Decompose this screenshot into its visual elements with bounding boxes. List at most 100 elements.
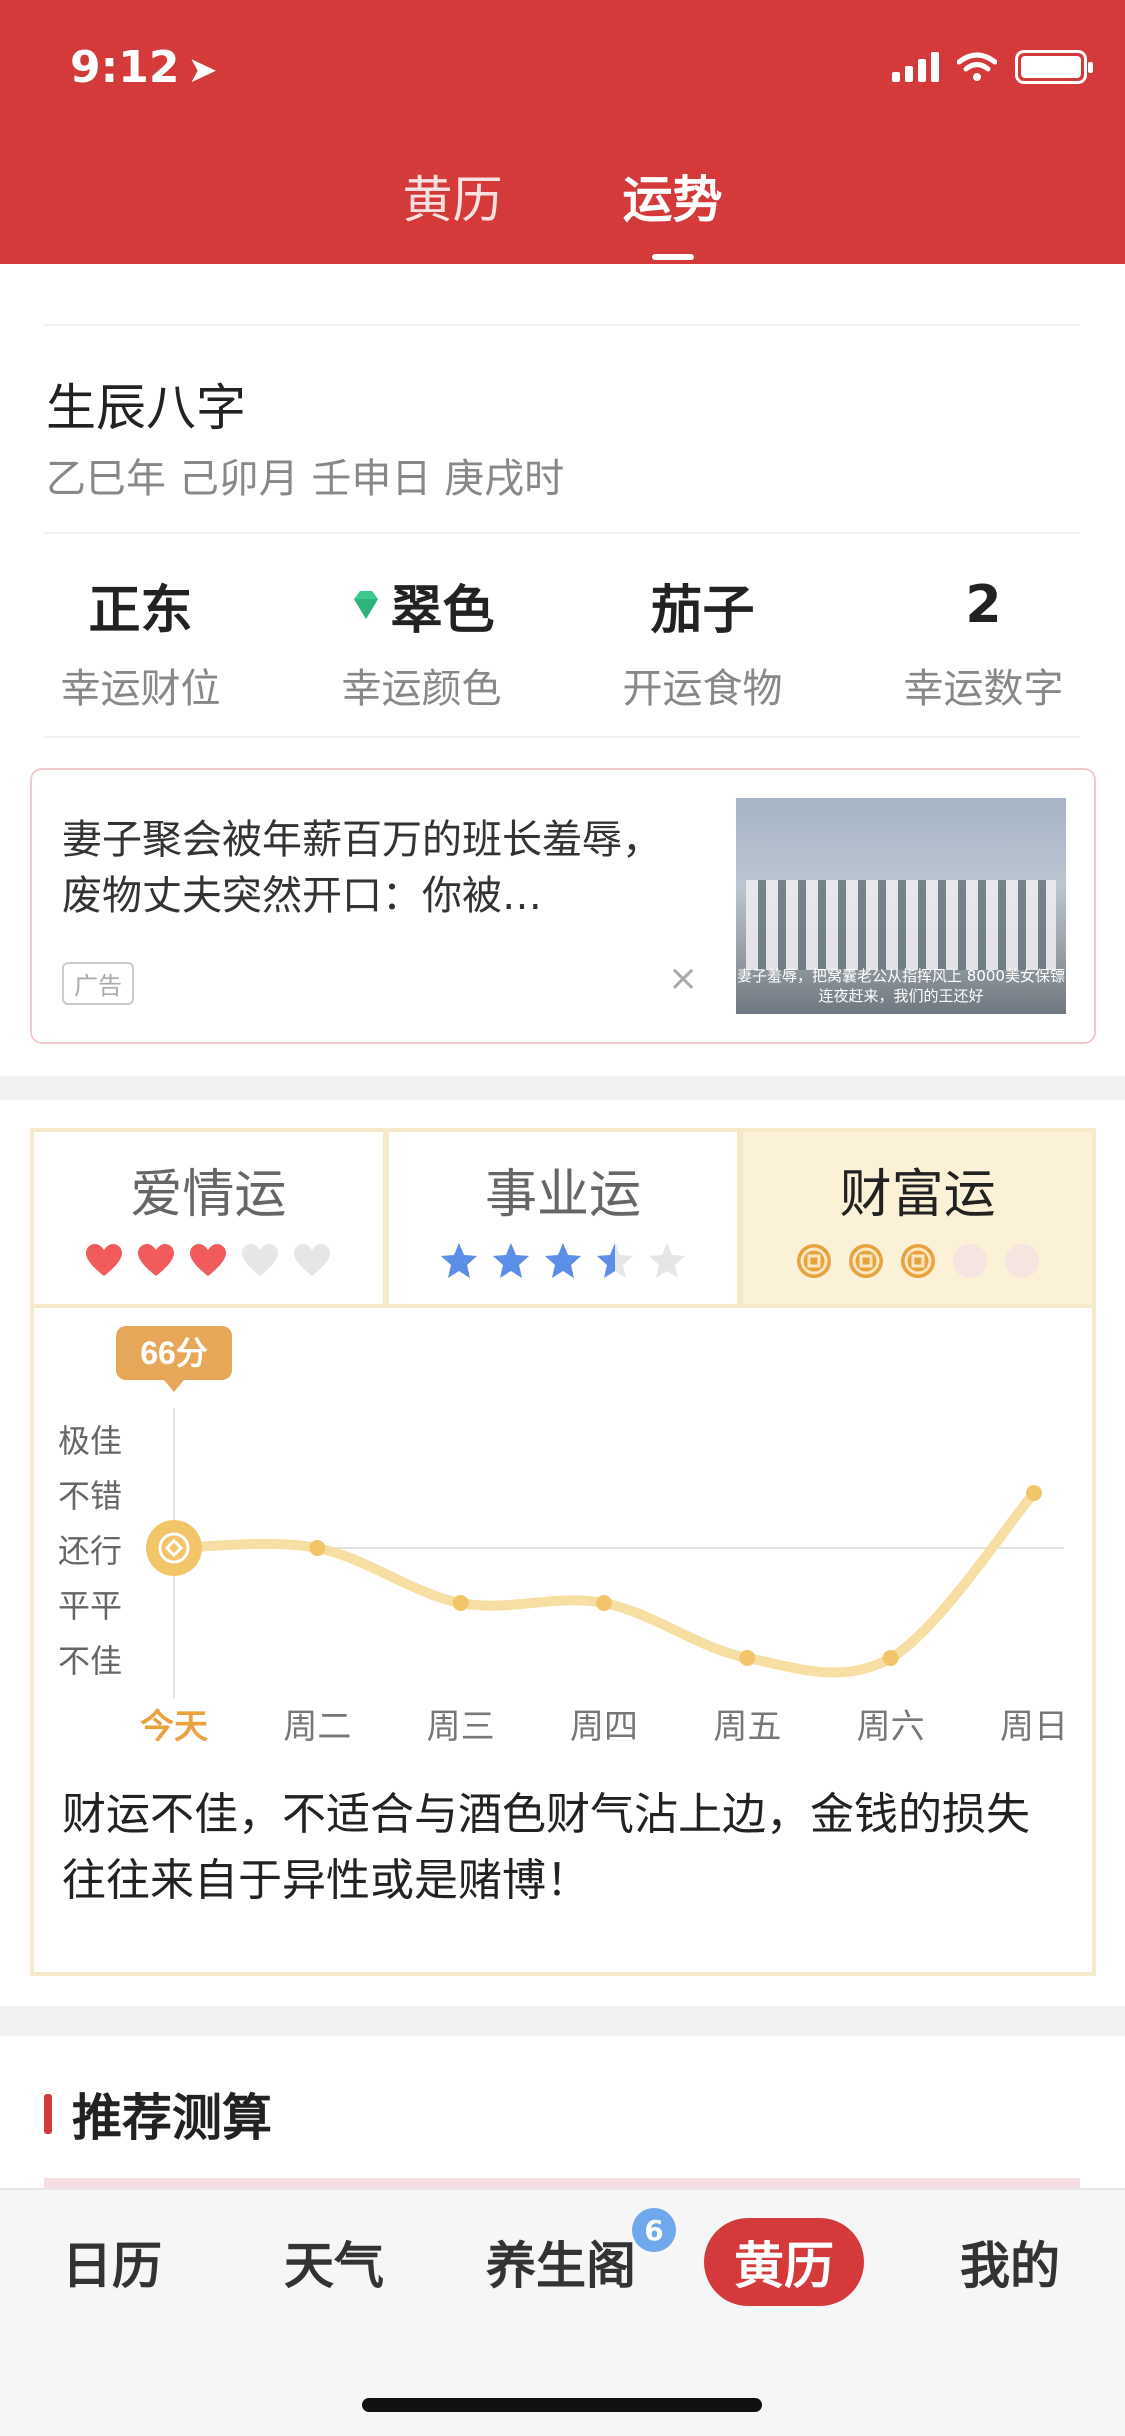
ad-image[interactable]: 妻子羞辱，把窝囊老公从指挥风上 8000美女保镖连夜赶来，我们的王还好 xyxy=(736,798,1066,1014)
tab-yunshi[interactable]: 运势 xyxy=(623,160,723,232)
coin-rating xyxy=(743,1241,1092,1283)
coin-icon xyxy=(796,1244,831,1278)
fortune-chart: 极佳 不错 还行 平平 不佳 66分 今天 周二 周三 周四 周五 周六 周日 xyxy=(34,1304,1092,1774)
y-level-label: 平平 xyxy=(58,1588,122,1624)
lucky-label: 幸运财位 xyxy=(60,666,221,712)
data-point xyxy=(1026,1485,1042,1501)
header-tabs: 黄历 运势 xyxy=(0,160,1125,232)
status-time-text: 9:12 xyxy=(70,42,180,93)
heart-icon xyxy=(294,1244,331,1276)
heart-icon xyxy=(242,1244,279,1276)
star-rating xyxy=(389,1241,738,1283)
status-time: 9:12 ➤ xyxy=(70,42,218,93)
today-point-icon[interactable] xyxy=(146,1520,202,1576)
top-header: 9:12 ➤ 黄历 运势 xyxy=(0,0,1125,264)
bazi-value: 乙巳年 己卯月 壬申日 庚戌时 xyxy=(46,456,565,502)
tab-wealth-fortune[interactable]: 财富运 xyxy=(743,1132,1093,1304)
y-level-label: 不错 xyxy=(58,1478,122,1514)
heart-icon xyxy=(190,1244,227,1276)
nav-item-label: 养生阁 xyxy=(486,2237,636,2295)
y-level-label: 不佳 xyxy=(58,1643,122,1679)
nav-item-health[interactable]: 养生阁 6 xyxy=(486,2208,676,2298)
lucky-color[interactable]: 翠色 幸运颜色 xyxy=(281,572,562,714)
x-tick-label: 周日 xyxy=(1000,1708,1068,1746)
ad-title[interactable]: 妻子聚会被年薪百万的班长羞辱，废物丈夫突然开口：你被… xyxy=(62,812,682,924)
lucky-value-row: 翠色 xyxy=(281,572,562,641)
data-point xyxy=(309,1540,326,1556)
ad-image-caption: 妻子羞辱，把窝囊老公从指挥风上 8000美女保镖连夜赶来，我们的王还好 xyxy=(737,967,1065,1005)
coin-icon xyxy=(952,1244,987,1278)
star-icon xyxy=(441,1243,477,1278)
close-icon[interactable]: × xyxy=(668,958,698,999)
y-level-label: 极佳 xyxy=(58,1423,122,1459)
tab-love-fortune[interactable]: 爱情运 xyxy=(34,1132,389,1304)
notification-badge: 6 xyxy=(632,2208,676,2252)
star-icon xyxy=(545,1243,581,1278)
ad-image-crowd xyxy=(746,880,1056,970)
star-icon xyxy=(493,1243,529,1278)
coin-icon xyxy=(900,1244,935,1278)
tab-career-fortune[interactable]: 事业运 xyxy=(388,1132,744,1304)
data-point xyxy=(882,1650,899,1666)
score-label: 66分 xyxy=(140,1335,208,1371)
signal-icon xyxy=(892,52,939,82)
ad-tag: 广告 xyxy=(62,962,134,1005)
lucky-food[interactable]: 茄子 开运食物 xyxy=(562,572,843,714)
y-level-label: 还行 xyxy=(58,1533,122,1569)
lucky-direction[interactable]: 正东 幸运财位 xyxy=(0,572,281,714)
star-icon xyxy=(597,1243,633,1278)
location-arrow-icon: ➤ xyxy=(187,50,218,91)
bazi-title: 生辰八字 xyxy=(46,379,246,437)
lucky-number[interactable]: 2 幸运数字 xyxy=(843,572,1124,714)
data-point xyxy=(452,1595,469,1611)
fortune-description: 财运不佳，不适合与酒色财气沾上边，金钱的损失往往来自于异性或是赌博！ xyxy=(62,1789,1030,1906)
lucky-value: 茄子 xyxy=(650,580,755,641)
gem-icon xyxy=(354,591,379,619)
fortune-card: 爱情运 事业运 财富运 极佳 不错 还行 平平 不佳 66分 今天 周二 周三 周四 周五 周六 周日 … xyxy=(30,1128,1096,1976)
nav-item-mine[interactable]: 我的 xyxy=(960,2226,1060,2298)
divider xyxy=(44,532,1080,534)
data-point xyxy=(739,1650,756,1666)
recommend-title-text: 推荐测算 xyxy=(72,2089,272,2147)
section-separator xyxy=(0,1076,1125,1100)
score-bubble: 66分 xyxy=(116,1326,232,1392)
lucky-value: 2 xyxy=(965,575,1002,635)
wifi-icon xyxy=(957,52,997,81)
lucky-value: 正东 xyxy=(88,580,193,641)
lucky-label: 开运食物 xyxy=(622,666,783,712)
home-indicator[interactable] xyxy=(362,2398,762,2412)
section-separator xyxy=(0,2006,1125,2036)
fortune-tab-label: 爱情运 xyxy=(130,1165,287,1225)
nav-item-calendar[interactable]: 日历 xyxy=(62,2226,162,2298)
lucky-value: 翠色 xyxy=(390,580,495,641)
fortune-line xyxy=(169,1488,1039,1678)
fortune-tab-label: 财富运 xyxy=(839,1165,996,1225)
recommend-title: 推荐测算 xyxy=(44,2078,272,2150)
tab-huangli[interactable]: 黄历 xyxy=(403,160,503,232)
heart-icon xyxy=(86,1244,123,1276)
coin-icon xyxy=(1004,1244,1039,1278)
x-tick-label: 周五 xyxy=(713,1708,781,1746)
x-tick-label: 周三 xyxy=(427,1708,495,1746)
fortune-tabs: 爱情运 事业运 财富运 xyxy=(34,1132,1093,1304)
heart-rating xyxy=(34,1241,383,1283)
star-icon xyxy=(649,1243,685,1278)
status-icons xyxy=(892,50,1093,84)
heart-icon xyxy=(138,1244,175,1276)
coin-icon xyxy=(848,1244,883,1278)
data-point xyxy=(596,1595,612,1611)
lucky-label: 幸运数字 xyxy=(903,666,1064,712)
title-accent-bar xyxy=(44,2094,52,2134)
divider xyxy=(44,324,1080,326)
ad-card[interactable]: 妻子聚会被年薪百万的班长羞辱，废物丈夫突然开口：你被… 广告 × 妻子羞辱，把窝… xyxy=(30,768,1096,1044)
x-tick-label: 周二 xyxy=(283,1708,351,1746)
nav-item-huangli[interactable]: 黄历 xyxy=(704,2218,864,2306)
fortune-tab-label: 事业运 xyxy=(485,1165,642,1225)
nav-item-weather[interactable]: 天气 xyxy=(284,2226,384,2298)
lucky-label: 幸运颜色 xyxy=(341,666,502,712)
x-tick-label: 周四 xyxy=(570,1708,638,1746)
battery-icon xyxy=(1015,50,1093,84)
lucky-row: 正东 幸运财位 翠色 幸运颜色 茄子 开运食物 2 幸运数字 xyxy=(0,572,1125,714)
x-tick-label: 今天 xyxy=(140,1707,208,1746)
fortune-chart-svg: 极佳不错还行平平不佳 66分今天 周二 周三 周四 周五 周六 周日 xyxy=(58,1326,1068,1746)
